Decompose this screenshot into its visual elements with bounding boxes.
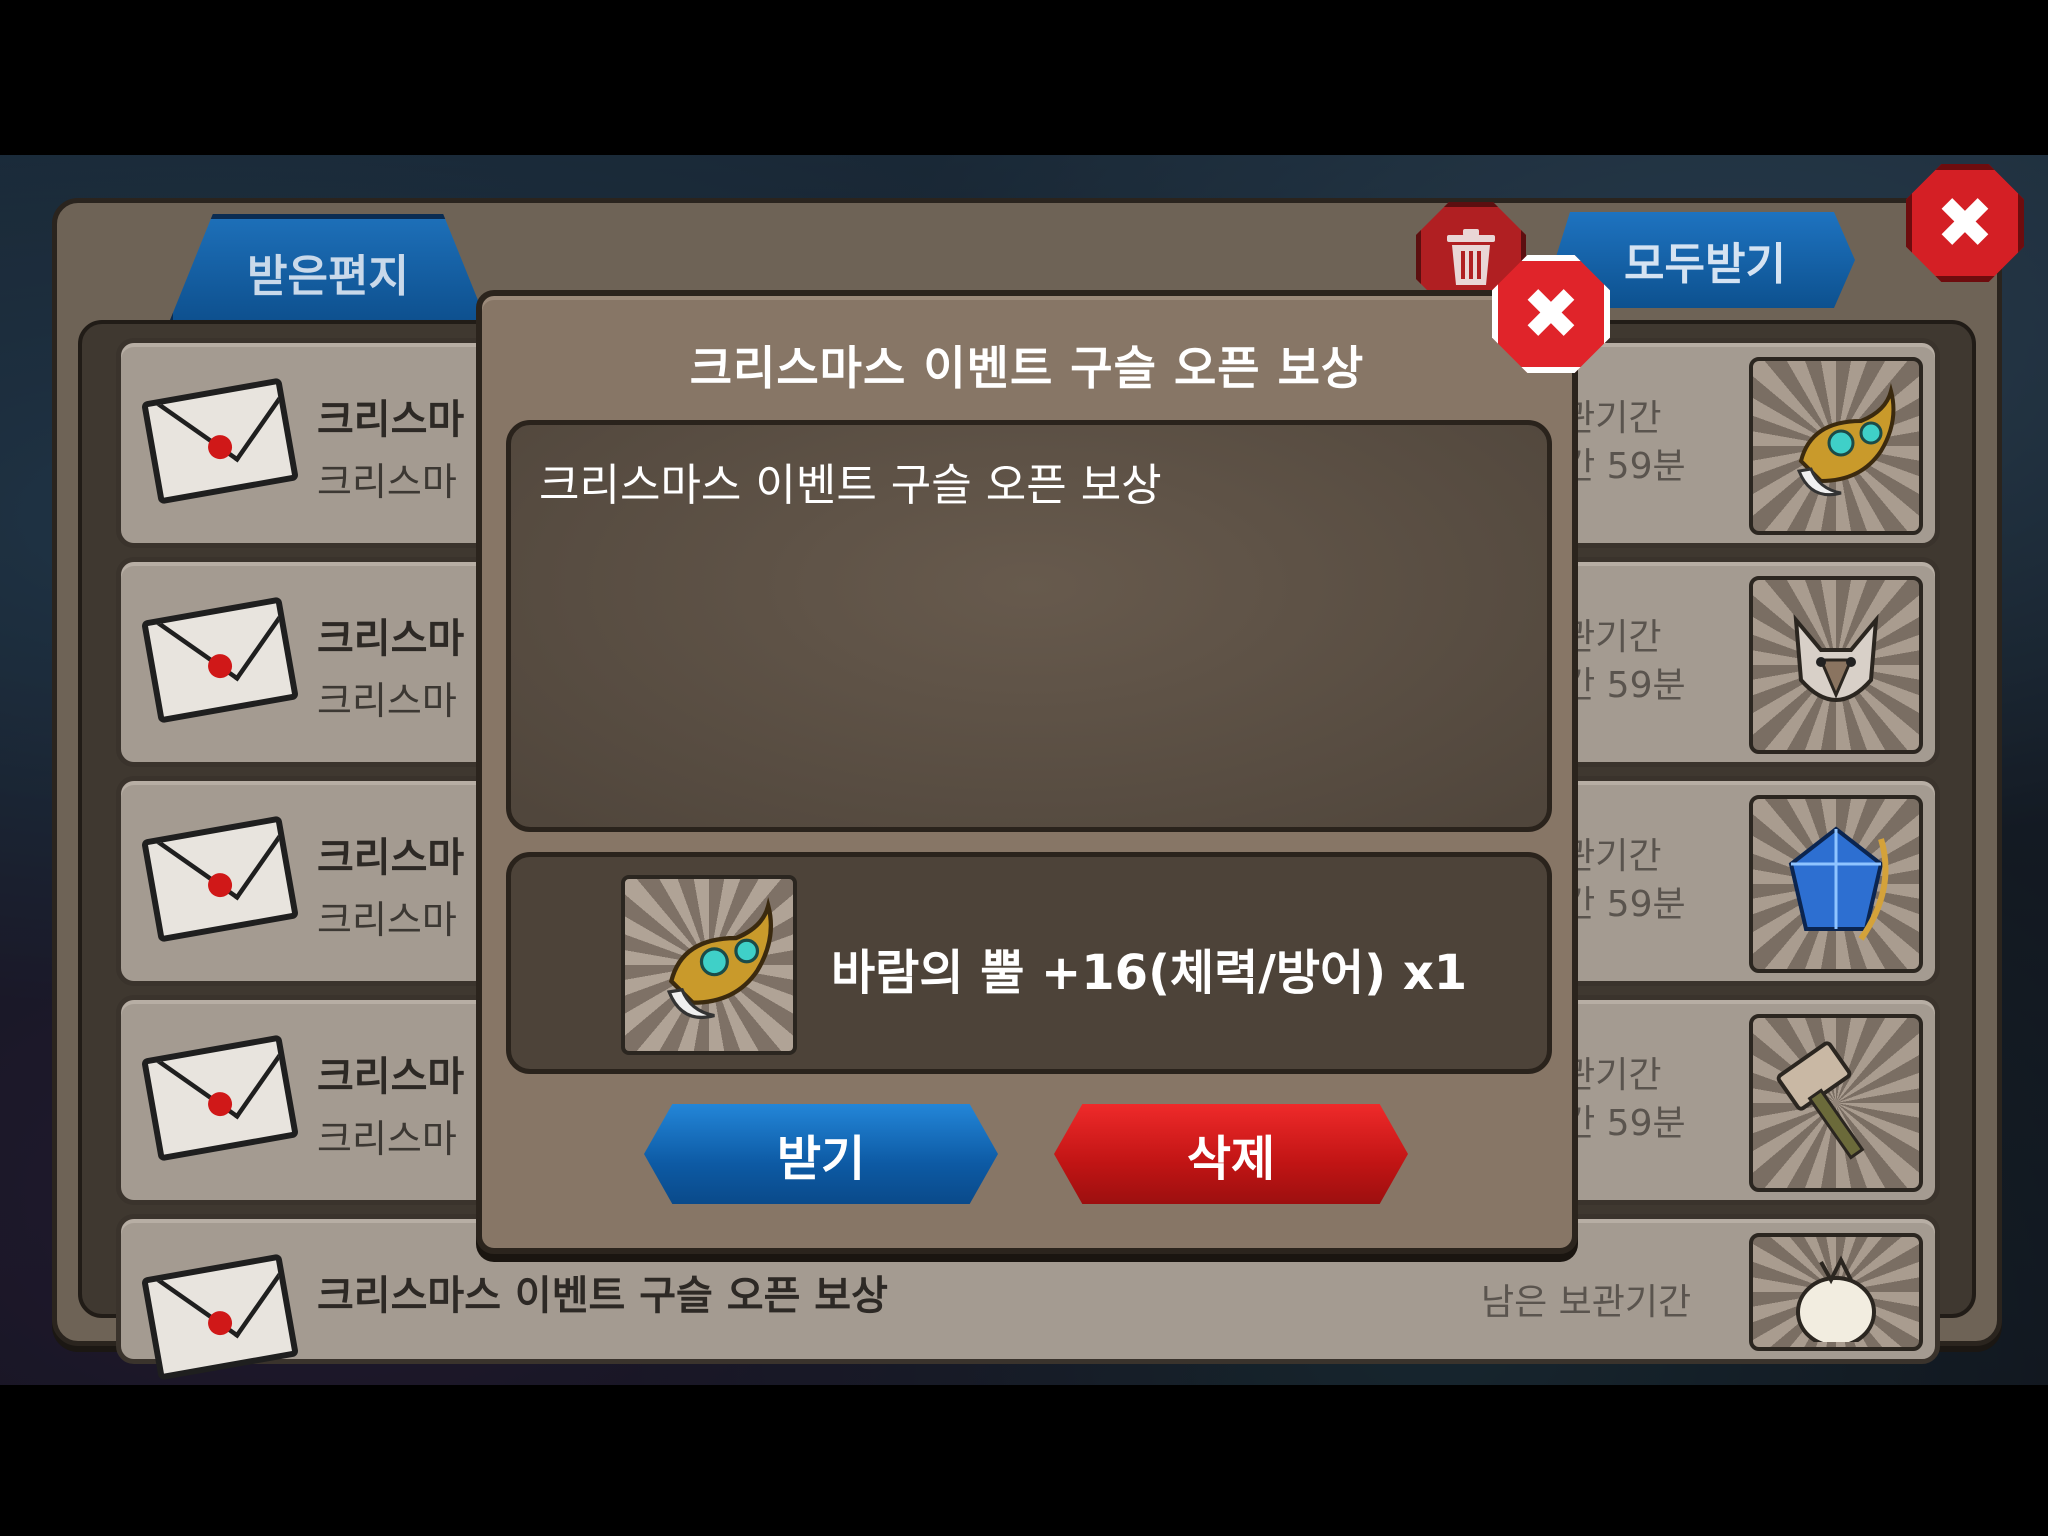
expire-label: 남은 보관기간 (1481, 1282, 1692, 1323)
tab-received-mail[interactable]: 받은편지 (168, 214, 488, 325)
mail-subtitle: 크리스마 (317, 460, 457, 504)
mail-subtitle: 크리스마 (317, 898, 457, 942)
item-thumbnail (1749, 357, 1923, 535)
close-icon: ✖ (1935, 182, 1995, 264)
receive-button[interactable]: 받기 (644, 1104, 998, 1204)
envelope-icon (141, 1253, 299, 1381)
envelope-icon (141, 596, 299, 724)
wolf-helmet-icon (1793, 613, 1879, 702)
envelope-icon (141, 815, 299, 943)
modal-message-box: 크리스마스 이벤트 구슬 오픈 보상 (506, 420, 1552, 832)
wind-horn-icon (1796, 383, 1896, 497)
delete-button[interactable]: 삭제 (1054, 1104, 1408, 1204)
trash-icon (1447, 229, 1495, 285)
hammer-icon (1776, 1041, 1865, 1160)
mail-title: 크리스마스 이벤트 구슬 오픈 보상 (317, 1273, 888, 1319)
mail-title: 크리스마 (317, 397, 465, 443)
envelope-icon (141, 377, 299, 505)
close-icon: ✖ (1521, 273, 1581, 355)
wind-horn-icon (666, 897, 774, 1019)
item-thumbnail (1749, 795, 1923, 973)
blue-gem-icon (1788, 826, 1889, 941)
mail-subtitle: 크리스마 (317, 679, 457, 723)
mail-title: 크리스마 (317, 616, 465, 662)
item-thumbnail (1749, 576, 1923, 754)
reward-thumbnail (621, 875, 797, 1055)
mail-title: 크리스마 (317, 835, 465, 881)
modal-title: 크리스마스 이벤트 구슬 오픈 보상 (689, 341, 1365, 395)
mail-detail-modal: 크리스마스 이벤트 구슬 오픈 보상 크리스마스 이벤트 구슬 오픈 보상 바람… (476, 290, 1578, 1254)
mail-subtitle: 크리스마 (317, 1117, 457, 1161)
reward-box: 바람의 뿔 +16(체력/방어) x1 (506, 852, 1552, 1074)
reward-text: 바람의 뿔 +16(체력/방어) x1 (831, 945, 1468, 1001)
mail-title: 크리스마 (317, 1054, 465, 1100)
modal-message: 크리스마스 이벤트 구슬 오픈 보상 (539, 460, 1162, 511)
item-thumbnail (1749, 1014, 1923, 1192)
egg-icon (1796, 1255, 1876, 1342)
item-thumbnail (1749, 1233, 1923, 1351)
mail-expire: 남은 보관기간 (1481, 1279, 1781, 1327)
envelope-icon (141, 1034, 299, 1162)
